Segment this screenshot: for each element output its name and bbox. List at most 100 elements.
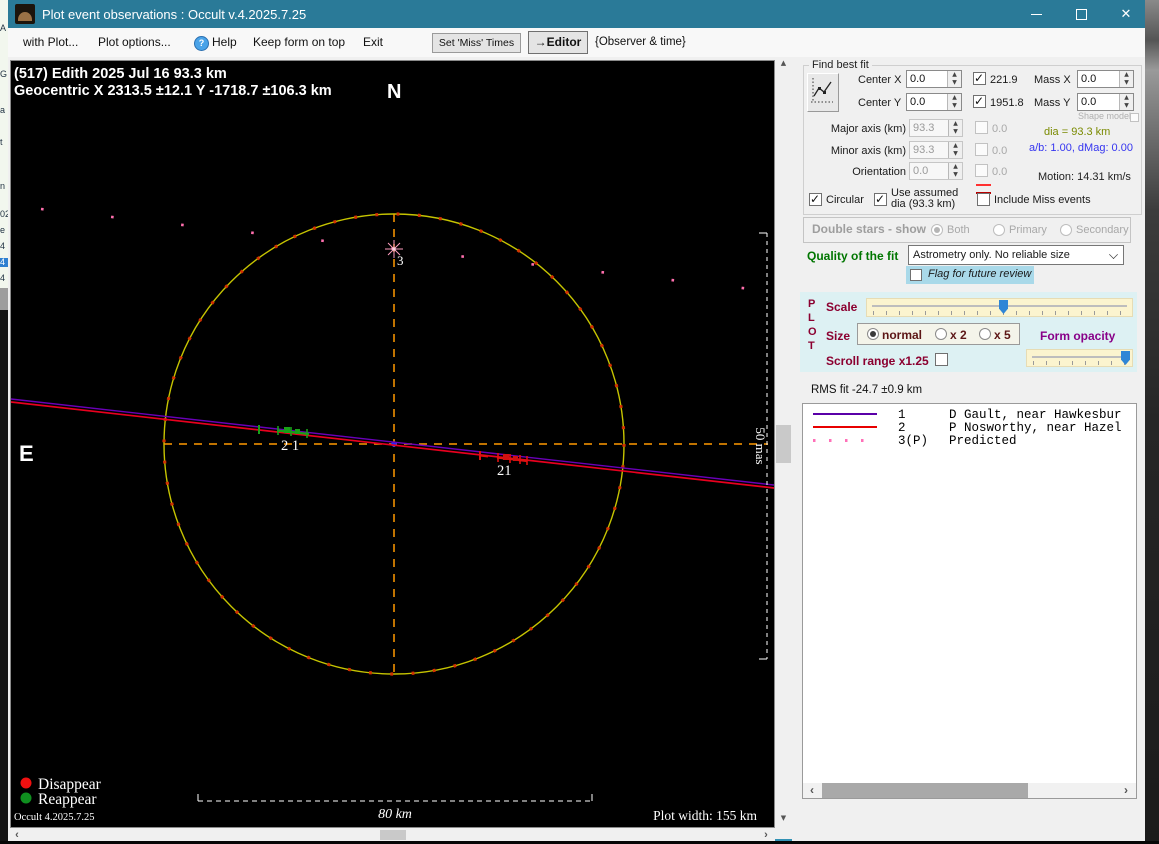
size-x2-radio[interactable] xyxy=(935,328,947,340)
include-miss-checkbox[interactable] xyxy=(977,193,990,206)
observer-name: P Nosworthy, near Hazel xyxy=(949,421,1122,435)
flag-review-checkbox[interactable] xyxy=(910,269,922,281)
mass-x-spin-arrows[interactable]: ▲▼ xyxy=(1119,71,1133,87)
quality-selected-value: Astrometry only. No reliable size xyxy=(913,249,1070,261)
maximize-icon xyxy=(1076,9,1087,20)
horizontal-scroll-thumb[interactable] xyxy=(380,830,406,840)
plot-vertical-scrollbar[interactable]: ▲ ▼ xyxy=(775,57,792,828)
major-axis-spinner[interactable]: 93.3 ▲▼ xyxy=(909,119,963,137)
mas-scale-label: 50 mas xyxy=(753,427,768,464)
screen: { "window": { "title": "Plot event obser… xyxy=(0,0,1159,844)
scale-slider[interactable] xyxy=(866,298,1133,317)
size-x5-label: x 5 xyxy=(994,328,1011,342)
sliver-text: n xyxy=(0,182,5,191)
minor-axis-label: Minor axis (km) xyxy=(820,145,906,157)
reappear-legend-label: Reappear xyxy=(38,791,97,808)
dia-label: dia = 93.3 km xyxy=(1044,126,1110,138)
list-horizontal-scrollbar[interactable]: ‹ › xyxy=(803,783,1136,798)
background-window-sliver: A G a t n 02 e 4 4 4 xyxy=(0,0,8,844)
mass-x-spinner[interactable]: 0.0 ▲▼ xyxy=(1077,70,1134,88)
plot-horizontal-scrollbar[interactable]: ‹ › xyxy=(8,829,775,841)
title-bar[interactable]: Plot event observations : Occult v.4.202… xyxy=(8,0,1145,28)
radio-both[interactable] xyxy=(931,224,943,236)
flag-review-label: Flag for future review xyxy=(928,268,1031,280)
radio-secondary[interactable] xyxy=(1060,224,1072,236)
list-scroll-thumb[interactable] xyxy=(822,783,1028,798)
form-opacity-slider[interactable] xyxy=(1026,349,1133,367)
scroll-up-icon[interactable]: ▲ xyxy=(775,59,792,67)
center-x-spin-arrows[interactable]: ▲▼ xyxy=(947,71,961,87)
shape-model-label: Shape model xyxy=(1078,111,1131,121)
scroll-left-icon[interactable]: ‹ xyxy=(11,829,23,841)
maximize-button[interactable] xyxy=(1059,0,1103,28)
quality-combobox[interactable]: Astrometry only. No reliable size xyxy=(908,245,1124,265)
scroll-range-checkbox[interactable] xyxy=(935,353,948,366)
close-button[interactable]: ✕ xyxy=(1104,0,1148,28)
shape-model-checkbox[interactable] xyxy=(1130,113,1139,122)
menu-exit[interactable]: Exit xyxy=(363,28,383,57)
mass-y-spin-arrows[interactable]: ▲▼ xyxy=(1119,94,1133,110)
editor-button[interactable]: →Editor xyxy=(528,31,588,54)
mass-y-spinner[interactable]: 0.0 ▲▼ xyxy=(1077,93,1134,111)
menu-with-plot[interactable]: with Plot... xyxy=(23,28,78,57)
motion-label: Motion: 14.31 km/s xyxy=(1038,171,1131,183)
major-fit-value: 0.0 xyxy=(992,123,1007,135)
observer-list[interactable]: 1 D Gault, near Hawkesbur 2 P Nosworthy,… xyxy=(802,403,1137,799)
plot-geocentric: Geocentric X 2313.5 ±12.1 Y -1718.7 ±106… xyxy=(14,83,332,99)
center-y-spinner[interactable]: 0.0 ▲▼ xyxy=(906,93,962,111)
major-fit-checkbox[interactable] xyxy=(975,121,988,134)
window-title: Plot event observations : Occult v.4.202… xyxy=(42,7,306,22)
center-x-spinner[interactable]: 0.0 ▲▼ xyxy=(906,70,962,88)
chord-2-line-sample xyxy=(813,426,877,428)
orientation-spinner[interactable]: 0.0 ▲▼ xyxy=(909,162,963,180)
sliver-text: e xyxy=(0,226,5,235)
observer-number: 1 xyxy=(898,408,906,422)
orientation-fit-value: 0.0 xyxy=(992,166,1007,178)
fit-graph-button[interactable] xyxy=(807,73,839,112)
predicted-line-sample xyxy=(813,439,877,442)
fit-y-checkbox[interactable] xyxy=(973,95,986,108)
list-item[interactable]: 2 P Nosworthy, near Hazel xyxy=(803,421,1136,434)
km-scale-label: 80 km xyxy=(378,807,412,822)
set-miss-times-button[interactable]: Set 'Miss' Times xyxy=(432,33,521,53)
menu-keep-on-top[interactable]: Keep form on top xyxy=(253,28,345,57)
rms-fit-label: RMS fit -24.7 ±0.9 km xyxy=(811,384,922,396)
center-y-spin-arrows[interactable]: ▲▼ xyxy=(947,94,961,110)
list-scroll-right-icon[interactable]: › xyxy=(1120,784,1132,797)
menu-help[interactable]: Help xyxy=(212,28,237,57)
list-item[interactable]: 1 D Gault, near Hawkesbur xyxy=(803,408,1136,421)
size-normal-radio[interactable] xyxy=(867,328,879,340)
minimize-button[interactable] xyxy=(1014,0,1058,28)
minor-axis-spinner[interactable]: 93.3 ▲▼ xyxy=(909,141,963,159)
observer-name: D Gault, near Hawkesbur xyxy=(949,408,1122,422)
star-label: 3 xyxy=(397,253,404,268)
plot-letter-p: P xyxy=(808,298,815,310)
menu-plot-options[interactable]: Plot options... xyxy=(98,28,171,57)
occultation-plot[interactable]: (517) Edith 2025 Jul 16 93.3 km Geocentr… xyxy=(11,61,774,827)
plot-width-label: Plot width: 155 km xyxy=(653,808,757,823)
fit-x-checkbox[interactable] xyxy=(973,72,986,85)
quality-label: Quality of the fit xyxy=(807,249,898,263)
orientation-fit-checkbox[interactable] xyxy=(975,164,988,177)
help-icon[interactable]: ? xyxy=(194,36,209,51)
vertical-scroll-thumb[interactable] xyxy=(776,425,791,463)
sliver-dark xyxy=(0,310,8,844)
circular-checkbox[interactable] xyxy=(809,193,822,206)
scroll-right-icon[interactable]: › xyxy=(760,829,772,841)
plot-letter-t: T xyxy=(808,340,815,352)
list-scroll-left-icon[interactable]: ‹ xyxy=(806,784,818,797)
list-item[interactable]: 3(P) Predicted xyxy=(803,434,1136,447)
size-x5-radio[interactable] xyxy=(979,328,991,340)
chord-2-line xyxy=(11,402,774,488)
use-assumed-checkbox[interactable] xyxy=(874,193,887,206)
major-axis-spin-arrows: ▲▼ xyxy=(948,120,962,136)
mass-y-value: 0.0 xyxy=(1078,94,1119,110)
sliver-text: 4 xyxy=(0,242,5,251)
scroll-down-icon[interactable]: ▼ xyxy=(775,814,792,822)
radio-primary[interactable] xyxy=(993,224,1005,236)
chord-1-line xyxy=(11,399,774,485)
minor-fit-checkbox[interactable] xyxy=(975,143,988,156)
version-label: Occult 4.2025.7.25 xyxy=(14,812,95,823)
include-miss-label: Include Miss events xyxy=(994,194,1091,206)
minor-axis-value: 93.3 xyxy=(910,142,948,158)
